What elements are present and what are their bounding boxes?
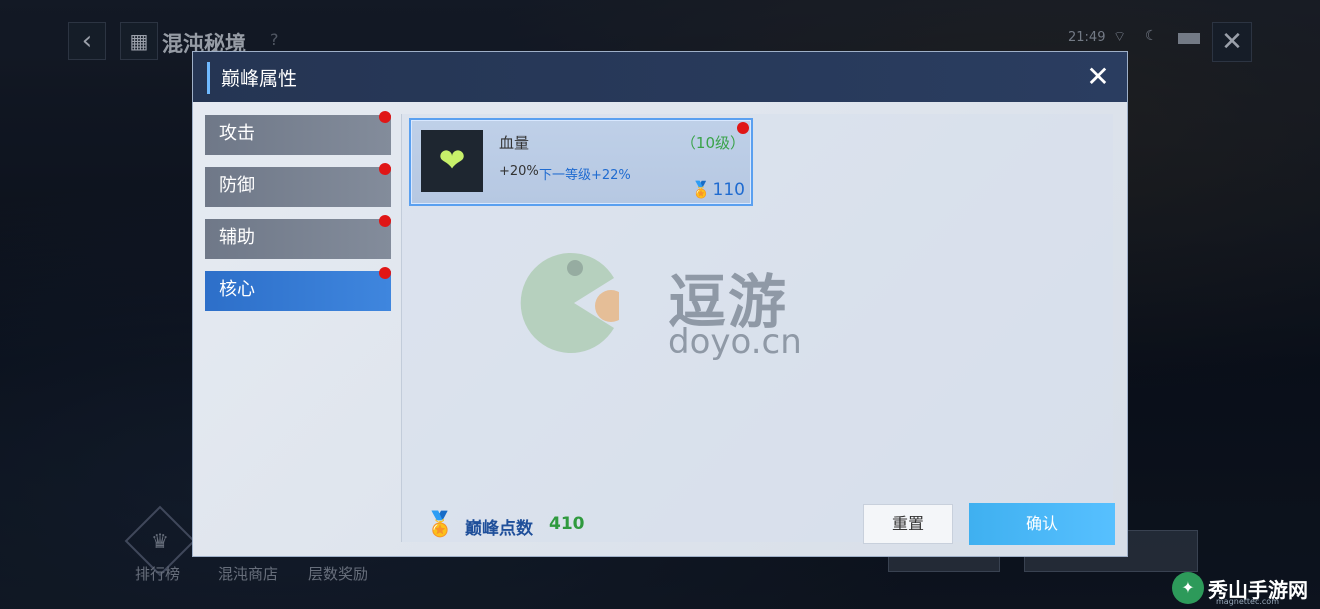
notification-dot [379,163,391,175]
dialog-header: 巅峰属性 ✕ [193,52,1127,102]
attribute-current-value: +20% [499,164,539,179]
tab-core[interactable]: 核心 [205,267,391,311]
confirm-button[interactable]: 确认 [969,503,1115,545]
watermark-en: doyo.cn [668,322,802,362]
tab-support[interactable]: 辅助 [205,215,391,259]
peak-points-value: 410 [549,514,585,534]
notification-dot [379,111,391,123]
header-accent-bar [207,62,210,94]
notification-dot [379,215,391,227]
medal-icon: 🏅 [691,180,711,199]
tab-label: 辅助 [219,227,255,248]
attribute-cost: 110 [712,180,745,200]
attribute-card-hp[interactable]: ❤ 血量 （10级） +20% 下一等级+22% 🏅 110 [409,118,753,206]
tab-label: 防御 [219,175,255,196]
tab-defense[interactable]: 防御 [205,163,391,207]
tab-label: 核心 [219,279,255,300]
notification-dot [379,267,391,279]
peak-attributes-dialog: 巅峰属性 ✕ 攻击 防御 辅助 核心 ❤ 血量 （10级） +20% 下一等级+… [192,51,1128,557]
notification-dot [737,122,749,134]
doyo-logo-icon [520,253,619,353]
site-logo-icon: ✦ [1172,572,1204,604]
site-domain: magnettec.com [1216,597,1279,606]
tab-attack[interactable]: 攻击 [205,111,391,155]
dialog-title: 巅峰属性 [221,68,298,90]
peak-points-label: 巅峰点数 [465,519,533,539]
peak-points-medal-icon: 🏅 [425,510,455,538]
attribute-name: 血量 [499,134,530,152]
attribute-next-level: 下一等级+22% [539,168,631,183]
close-icon[interactable]: ✕ [1081,60,1115,94]
attribute-level: （10级） [680,134,745,152]
heart-icon: ❤ [421,130,483,192]
reset-button[interactable]: 重置 [863,504,953,544]
tab-label: 攻击 [219,123,255,144]
